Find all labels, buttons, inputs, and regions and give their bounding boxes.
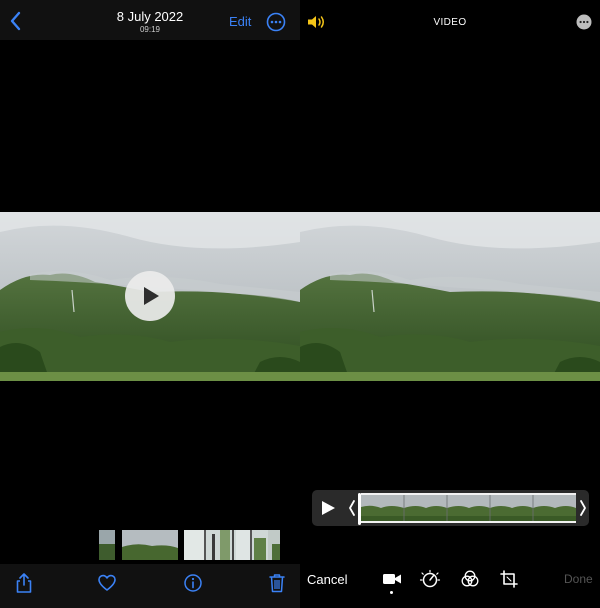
info-icon[interactable] xyxy=(183,572,203,594)
photo-time: 09:19 xyxy=(139,25,161,34)
trim-start-handle[interactable] xyxy=(345,495,359,521)
video-edit-preview[interactable] xyxy=(300,212,600,381)
thumbnail-selected[interactable] xyxy=(122,530,178,560)
play-icon xyxy=(144,287,159,305)
video-editor-screen: VIDEO Cancel Done xyxy=(300,0,600,608)
photo-date: 8 July 2022 xyxy=(116,9,184,24)
play-button[interactable] xyxy=(125,271,175,321)
ellipsis-circle-icon[interactable] xyxy=(266,12,286,32)
viewer-top-bar: 8 July 2022 09:19 Edit xyxy=(0,0,300,40)
play-icon[interactable] xyxy=(312,490,344,526)
timeline-frames[interactable] xyxy=(361,493,576,523)
ellipsis-circle-icon[interactable] xyxy=(576,14,592,30)
trim-end-handle[interactable] xyxy=(576,495,589,521)
share-icon[interactable] xyxy=(14,572,34,594)
heart-icon[interactable] xyxy=(97,572,117,594)
trim-timeline[interactable] xyxy=(312,490,589,526)
selected-tool-indicator xyxy=(390,591,393,594)
done-button[interactable]: Done xyxy=(564,572,593,586)
playhead[interactable] xyxy=(358,493,361,525)
editor-mode-title: VIDEO xyxy=(433,17,467,28)
thumbnail[interactable] xyxy=(99,530,115,560)
thumbnail[interactable] xyxy=(184,530,280,560)
cancel-button[interactable]: Cancel xyxy=(307,572,347,587)
photo-viewer-screen: 8 July 2022 09:19 Edit xyxy=(0,0,300,608)
trash-icon[interactable] xyxy=(267,572,287,594)
viewer-toolbar xyxy=(0,564,300,608)
video-camera-icon[interactable] xyxy=(381,569,403,589)
adjust-dial-icon[interactable] xyxy=(419,569,441,589)
crop-icon[interactable] xyxy=(498,569,520,589)
edit-button[interactable]: Edit xyxy=(229,14,251,29)
filters-icon[interactable] xyxy=(459,569,481,589)
